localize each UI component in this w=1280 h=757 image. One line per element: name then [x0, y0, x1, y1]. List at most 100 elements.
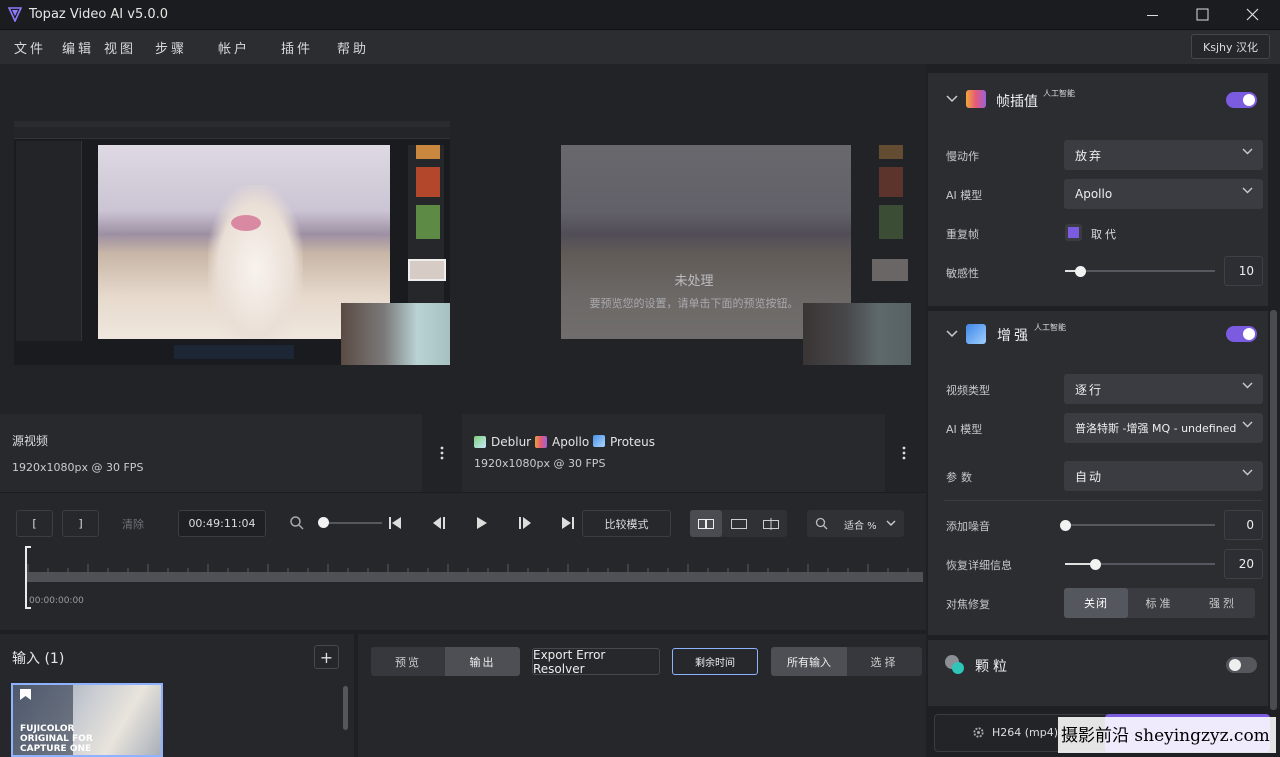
- video-type-value: 逐行: [1075, 382, 1104, 397]
- menu-file[interactable]: 文件: [14, 38, 46, 57]
- compare-mode-button[interactable]: 比较模式: [582, 510, 671, 537]
- menu-edit[interactable]: 编辑: [62, 38, 94, 57]
- timeline-zoom-slider[interactable]: [324, 522, 382, 524]
- menu-steps[interactable]: 步骤: [155, 38, 187, 57]
- collapse-chevron-icon[interactable]: [946, 95, 958, 103]
- timecode-field[interactable]: 00:49:11:04: [178, 510, 266, 537]
- slowmo-dropdown[interactable]: 放弃: [1064, 140, 1263, 170]
- select-button[interactable]: 选择: [847, 647, 922, 676]
- preview-hint: 要预览您的设置，请单击下面的预览按钮。: [589, 297, 799, 310]
- tab-preview[interactable]: 预览: [371, 647, 445, 676]
- enh-ai-model-value: 普洛特斯 -增强 MQ - undefined: [1075, 422, 1237, 435]
- video-type-label: 视频类型: [946, 384, 990, 397]
- slowmo-label: 慢动作: [946, 150, 979, 163]
- enh-ai-model-dropdown[interactable]: 普洛特斯 -增强 MQ - undefined: [1064, 413, 1263, 443]
- single-view-icon: [731, 518, 747, 529]
- menu-plugins[interactable]: 插件: [281, 38, 313, 57]
- split-view-icon: [763, 517, 779, 530]
- unprocessed-label: 未处理: [674, 274, 714, 289]
- frame-interpolation-icon: [966, 90, 986, 108]
- zoom-dropdown[interactable]: 适合 %: [807, 510, 904, 537]
- menu-view[interactable]: 视图: [104, 38, 136, 57]
- collapse-chevron-icon[interactable]: [946, 330, 958, 338]
- minimize-icon[interactable]: [1146, 9, 1159, 22]
- params-value: 自动: [1075, 469, 1104, 484]
- sensitivity-knob[interactable]: [1075, 266, 1086, 277]
- export-format[interactable]: H264 (mp4): [992, 726, 1058, 739]
- play-icon[interactable]: [476, 516, 488, 530]
- focus-fix-standard[interactable]: 标准: [1128, 588, 1191, 618]
- skip-end-icon[interactable]: [561, 516, 576, 530]
- playhead[interactable]: [25, 546, 27, 609]
- noise-knob[interactable]: [1060, 520, 1071, 531]
- source-video-frame: [14, 121, 450, 365]
- zoom-search-icon[interactable]: [289, 515, 305, 531]
- inputs-scrollbar[interactable]: [343, 686, 348, 730]
- source-more-icon[interactable]: [438, 446, 446, 460]
- clear-button[interactable]: 清除: [110, 510, 156, 537]
- close-icon[interactable]: [1246, 8, 1259, 21]
- sensitivity-slider[interactable]: [1065, 270, 1215, 272]
- zoom-icon: [815, 517, 828, 530]
- time-remaining-button[interactable]: 剩余时间: [672, 648, 758, 675]
- frame-interpolation-ai-badge: 人工智能: [1043, 89, 1075, 98]
- proteus-icon: [593, 435, 605, 447]
- menu-help[interactable]: 帮助: [337, 38, 369, 57]
- chevron-down-icon: [1242, 187, 1253, 194]
- detail-value[interactable]: 20: [1224, 549, 1263, 579]
- chevron-down-icon: [1242, 421, 1253, 428]
- settings-scrollbar[interactable]: [1270, 310, 1277, 710]
- fi-ai-model-dropdown[interactable]: Apollo: [1064, 179, 1263, 209]
- dup-frames-checkbox[interactable]: [1065, 224, 1082, 241]
- mark-out-button[interactable]: ]: [62, 510, 99, 537]
- export-error-resolver-button[interactable]: Export Error Resolver: [532, 648, 660, 676]
- model-deblur: Deblur: [491, 435, 532, 449]
- sensitivity-value[interactable]: 10: [1224, 256, 1263, 286]
- timeline-track[interactable]: [26, 572, 923, 582]
- enhancement-toggle[interactable]: [1226, 326, 1257, 342]
- enhancement-icon: [966, 324, 986, 344]
- detail-knob[interactable]: [1090, 559, 1101, 570]
- focus-fix-off[interactable]: 关闭: [1064, 588, 1128, 618]
- tab-output[interactable]: 输出: [445, 647, 520, 676]
- add-input-button[interactable]: +: [314, 645, 339, 669]
- noise-slider[interactable]: [1065, 524, 1215, 526]
- focus-fix-strong[interactable]: 强烈: [1191, 588, 1255, 618]
- all-inputs-button[interactable]: 所有输入: [771, 647, 847, 676]
- account-button[interactable]: Ksjhy 汉化: [1191, 34, 1270, 59]
- start-timecode: 00:00:00:00: [29, 596, 84, 606]
- view-side-by-side-button[interactable]: [690, 510, 722, 537]
- enhancement-ai-badge: 人工智能: [1034, 323, 1066, 332]
- step-forward-icon[interactable]: [517, 516, 533, 530]
- frame-interpolation-toggle[interactable]: [1226, 92, 1257, 108]
- chevron-down-icon: [1242, 469, 1253, 476]
- skip-start-icon[interactable]: [388, 516, 403, 530]
- input-thumbnail[interactable]: FUJICOLOR ORIGINAL FOR CAPTURE ONE: [11, 683, 163, 757]
- output-more-icon[interactable]: [900, 446, 908, 460]
- view-split-button[interactable]: [755, 510, 787, 537]
- mark-in-button[interactable]: [: [16, 510, 53, 537]
- video-type-dropdown[interactable]: 逐行: [1064, 374, 1263, 404]
- noise-value[interactable]: 0: [1224, 510, 1263, 540]
- divider: [944, 500, 1262, 501]
- maximize-icon[interactable]: [1196, 8, 1209, 21]
- timeline-ruler: [27, 564, 909, 572]
- step-back-icon[interactable]: [432, 516, 448, 530]
- chevron-down-icon: [1242, 382, 1253, 389]
- grain-toggle[interactable]: [1226, 657, 1257, 673]
- menu-account[interactable]: 帐户: [218, 38, 250, 57]
- focus-fix-label: 对焦修复: [946, 598, 990, 611]
- side-by-side-icon: [698, 518, 714, 529]
- topaz-logo-icon: [8, 7, 22, 22]
- model-apollo: Apollo: [552, 435, 590, 449]
- params-dropdown[interactable]: 自动: [1064, 461, 1263, 491]
- detail-label: 恢复详细信息: [946, 559, 1012, 572]
- view-single-button[interactable]: [723, 510, 755, 537]
- fi-ai-model-value: Apollo: [1075, 187, 1113, 201]
- model-proteus: Proteus: [610, 435, 655, 449]
- timeline-zoom-knob[interactable]: [318, 517, 329, 528]
- sensitivity-label: 敏感性: [946, 267, 979, 280]
- watermark-text: 摄影前沿 sheyingzyz.com: [1061, 726, 1270, 746]
- settings-gear-icon[interactable]: [972, 726, 985, 739]
- apollo-icon: [535, 436, 547, 448]
